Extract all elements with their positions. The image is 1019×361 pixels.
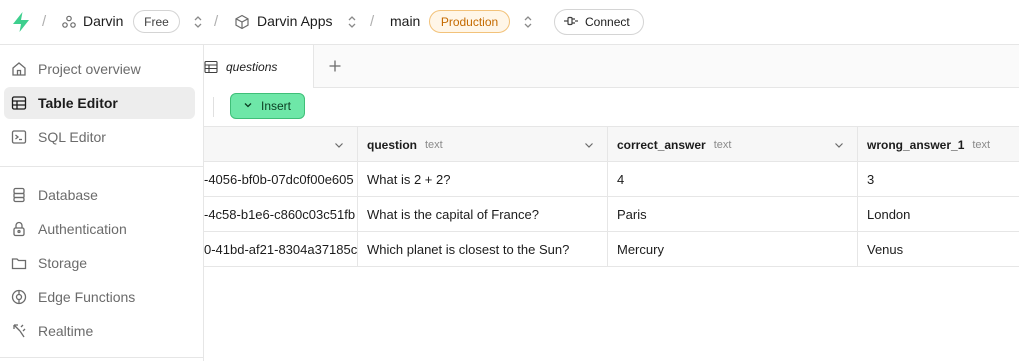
project-name[interactable]: Darvin Apps	[257, 13, 332, 29]
sidebar-item-realtime[interactable]: Realtime	[4, 315, 195, 347]
grid-header-row: question text correct_answer text wrong_…	[204, 126, 1019, 162]
cell-correct-answer[interactable]: Paris	[608, 197, 858, 231]
tab-bar: questions	[204, 45, 1019, 88]
plug-icon	[563, 15, 579, 30]
edge-functions-icon	[10, 288, 28, 306]
supabase-logo-icon[interactable]	[10, 11, 32, 33]
column-header-correct-answer[interactable]: correct_answer text	[608, 127, 858, 162]
sidebar-item-label: SQL Editor	[38, 129, 106, 145]
breadcrumb-separator: /	[42, 13, 47, 30]
sidebar-item-database[interactable]: Database	[4, 179, 195, 211]
column-header-question[interactable]: question text	[358, 127, 608, 162]
sidebar-item-label: Storage	[38, 255, 88, 271]
sidebar-item-authentication[interactable]: Authentication	[4, 213, 195, 245]
column-name: question	[367, 137, 417, 152]
cell-id[interactable]: 0-41bd-af21-8304a37185c5	[204, 232, 358, 266]
column-header-wrong-answer-1[interactable]: wrong_answer_1 text	[858, 127, 1019, 162]
cell-id[interactable]: -4056-bf0b-07dc0f00e605	[204, 162, 358, 196]
table-row[interactable]: 0-41bd-af21-8304a37185c5 Which planet is…	[204, 232, 1019, 267]
sidebar-item-label: Database	[38, 187, 98, 203]
breadcrumb-separator: /	[214, 13, 219, 30]
plus-icon[interactable]	[326, 57, 344, 75]
column-type: text	[713, 138, 732, 151]
toolbar-divider	[213, 97, 214, 117]
table-icon	[10, 94, 28, 112]
project-cube-icon	[234, 14, 250, 30]
sidebar-divider	[0, 357, 204, 358]
column-name: wrong_answer_1	[867, 137, 965, 152]
lock-icon	[10, 220, 28, 238]
cell-correct-answer[interactable]: Mercury	[608, 232, 858, 266]
table-row[interactable]: -4056-bf0b-07dc0f00e605 What is 2 + 2? 4…	[204, 162, 1019, 197]
sidebar-item-label: Edge Functions	[38, 289, 136, 305]
sidebar-item-table-editor[interactable]: Table Editor	[4, 87, 195, 119]
sidebar-item-sql-editor[interactable]: SQL Editor	[4, 121, 195, 153]
sidebar-item-label: Authentication	[38, 221, 127, 237]
table-icon	[204, 60, 218, 74]
sidebar-item-label: Table Editor	[38, 95, 118, 111]
organization-icon	[61, 14, 77, 30]
branch-name[interactable]: main	[390, 13, 420, 29]
table-row[interactable]: -4c58-b1e6-c860c03c51fb What is the capi…	[204, 197, 1019, 232]
storage-icon	[10, 254, 28, 272]
table-toolbar: Insert	[204, 88, 1019, 126]
tab-label: questions	[226, 59, 278, 74]
cell-id[interactable]: -4c58-b1e6-c860c03c51fb	[204, 197, 358, 231]
sidebar-item-label: Project overview	[38, 61, 141, 77]
insert-label: Insert	[261, 99, 292, 113]
terminal-icon	[10, 128, 28, 146]
chevron-down-icon[interactable]	[833, 139, 845, 151]
sidebar-item-edge-functions[interactable]: Edge Functions	[4, 281, 195, 313]
sidebar-item-project-overview[interactable]: Project overview	[4, 53, 195, 85]
org-plan-badge: Free	[133, 10, 180, 33]
breadcrumb-separator: /	[370, 13, 375, 30]
insert-button[interactable]: Insert	[230, 93, 305, 119]
cell-question[interactable]: What is 2 + 2?	[358, 162, 608, 196]
home-icon	[10, 60, 28, 78]
cell-wrong-answer-1[interactable]: Venus	[858, 232, 1019, 266]
chevron-down-icon[interactable]	[583, 139, 595, 151]
connect-button[interactable]: Connect	[554, 9, 644, 35]
cell-question[interactable]: Which planet is closest to the Sun?	[358, 232, 608, 266]
database-icon	[10, 186, 28, 204]
project-switcher-chevron-icon[interactable]	[345, 14, 359, 30]
org-switcher-chevron-icon[interactable]	[191, 14, 205, 30]
chevron-down-icon[interactable]	[333, 139, 345, 151]
top-bar: / Darvin Free / Darvin Apps / main Produ…	[0, 0, 1019, 45]
sidebar: Project overview Table Editor SQL Editor…	[0, 45, 204, 361]
cell-wrong-answer-1[interactable]: 3	[858, 162, 1019, 196]
tab-questions[interactable]: questions	[204, 45, 314, 88]
sidebar-divider	[0, 166, 204, 167]
cell-wrong-answer-1[interactable]: London	[858, 197, 1019, 231]
sidebar-item-label: Realtime	[38, 323, 94, 339]
column-header-id[interactable]	[204, 127, 358, 162]
cell-question[interactable]: What is the capital of France?	[358, 197, 608, 231]
cell-correct-answer[interactable]: 4	[608, 162, 858, 196]
column-name: correct_answer	[617, 137, 706, 152]
branch-switcher-chevron-icon[interactable]	[521, 14, 535, 30]
realtime-icon	[10, 322, 28, 340]
column-type: text	[425, 138, 443, 151]
chevron-down-icon	[243, 99, 253, 113]
connect-label: Connect	[585, 15, 630, 29]
environment-badge: Production	[429, 10, 510, 33]
column-type: text	[972, 138, 991, 151]
org-name[interactable]: Darvin	[83, 13, 123, 29]
sidebar-item-storage[interactable]: Storage	[4, 247, 195, 279]
